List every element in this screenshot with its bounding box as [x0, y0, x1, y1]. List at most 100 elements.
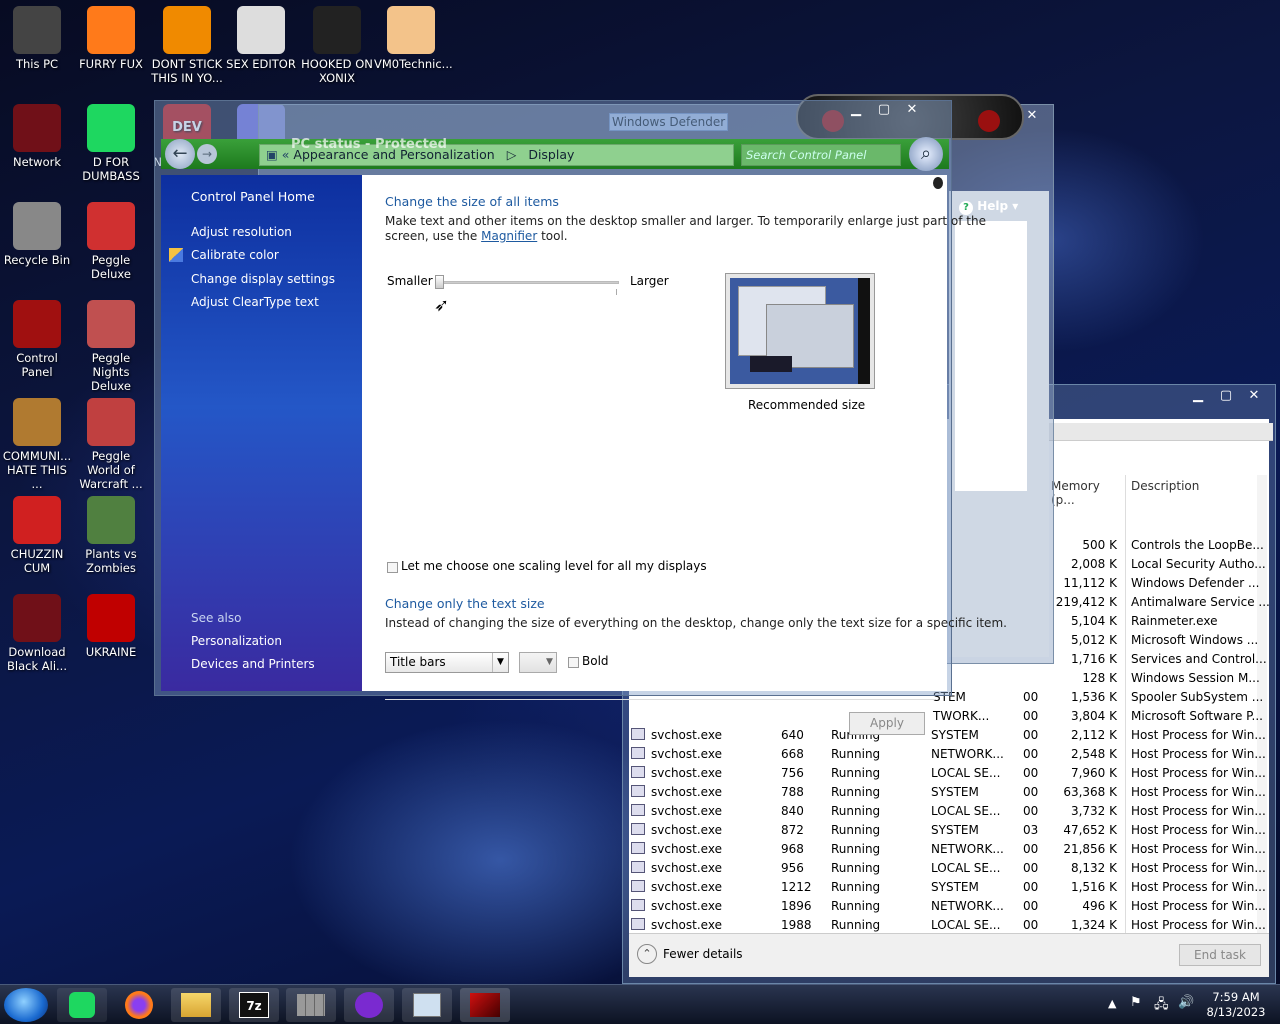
show-hidden-icons-icon[interactable]: ▲ [1108, 997, 1116, 1010]
desktop-icon-xonix[interactable]: HOOKED ON XONIX [300, 6, 374, 85]
scaling-checkbox-label[interactable]: Let me choose one scaling level for all … [401, 559, 707, 573]
minimize-button[interactable]: ▁ [843, 101, 869, 118]
file-explorer-icon[interactable] [171, 988, 221, 1022]
desktop-icon-control-panel[interactable]: Control Panel [0, 300, 74, 379]
control-panel-window: ▁ ▢ ✕ ← → ▣ « Appearance and Personaliza… [154, 100, 1007, 735]
desktop-icon-computer[interactable]: This PC [0, 6, 74, 71]
process-window-icon [631, 842, 645, 854]
desktop-icon-radiation[interactable]: UKRAINE [74, 594, 148, 659]
adjust-resolution-link[interactable]: Adjust resolution [191, 225, 292, 239]
desktop-icon-label: Recycle Bin [3, 253, 71, 267]
preview-screen [730, 278, 870, 384]
network-tray-icon[interactable]: 🖧 [1154, 995, 1169, 1017]
bold-checkbox-label[interactable]: Bold [582, 654, 609, 668]
desktop-icon-label: This PC [15, 57, 59, 71]
desktop-icon-label: Download Black Ali... [7, 645, 67, 673]
cell-user: LOCAL SE... [931, 803, 1001, 818]
close-button[interactable]: ✕ [899, 101, 925, 118]
cell-description: Host Process for Win... [1131, 917, 1266, 932]
cell-user: NETWORK... [931, 746, 1004, 761]
breadcrumb-display[interactable]: Display [528, 147, 574, 162]
desktop-icon-label: Control Panel [16, 351, 58, 379]
firewall-icon[interactable] [286, 988, 336, 1022]
clock[interactable]: 7:59 AM 8/13/2023 [1206, 990, 1266, 1020]
calibrate-color-link[interactable]: Calibrate color [191, 248, 279, 262]
peggle-wow-icon [87, 398, 135, 446]
desktop-icon-money-bag[interactable]: COMMUNI... HATE THIS ... [0, 398, 74, 491]
desktop-icon-pvz[interactable]: Plants vs Zombies [74, 496, 148, 575]
cell-description: Windows Defender ... [1131, 575, 1260, 590]
peggle-icon [87, 202, 135, 250]
fewer-details-link[interactable]: Fewer details [663, 947, 743, 961]
size-slider-track[interactable] [437, 281, 619, 284]
control-panel-icon [13, 300, 61, 348]
forward-arrow-icon[interactable]: → [197, 144, 217, 164]
game-icon[interactable] [344, 988, 394, 1022]
download-icon [13, 594, 61, 642]
7zip-icon[interactable]: 7z [229, 988, 279, 1022]
adjust-cleartype-link[interactable]: Adjust ClearType text [191, 295, 319, 309]
desktop-icon-firefox[interactable]: FURRY FUX [74, 6, 148, 71]
magnifier-link[interactable]: Magnifier [481, 229, 537, 243]
chevron-up-icon[interactable]: ⌃ [637, 944, 657, 964]
desktop-icon-peggle-wow[interactable]: Peggle World of Warcraft ... [74, 398, 148, 491]
item-select[interactable]: Title bars ▼ [385, 652, 509, 673]
scaling-checkbox[interactable] [387, 562, 398, 573]
desktop-icon-network[interactable]: Network [0, 104, 74, 169]
change-display-settings-link[interactable]: Change display settings [191, 272, 335, 286]
task-manager-icon[interactable] [402, 988, 452, 1022]
spotify-icon[interactable] [57, 988, 107, 1022]
size-slider-thumb[interactable] [435, 275, 444, 289]
cell-memory: 8,132 K [1070, 860, 1117, 875]
cell-memory: 500 K [1082, 537, 1117, 552]
desktop-icon-vlc-cone[interactable]: DONT STICK THIS IN YO... [150, 6, 224, 85]
cell-user: SYSTEM [931, 727, 979, 742]
control-panel-home-link[interactable]: Control Panel Home [191, 189, 315, 204]
process-window-icon [631, 899, 645, 911]
firefox-icon[interactable] [114, 988, 164, 1022]
personalization-link[interactable]: Personalization [191, 634, 282, 648]
volume-icon[interactable]: 🔊 [1178, 995, 1194, 1010]
cell-description: Host Process for Win... [1131, 898, 1266, 913]
desktop-icon-download[interactable]: Download Black Ali... [0, 594, 74, 673]
search-icon[interactable]: ⌕ [909, 137, 943, 171]
cell-pid: 968 [781, 841, 804, 856]
cell-description: Host Process for Win... [1131, 746, 1266, 761]
bold-checkbox[interactable] [568, 657, 579, 668]
maximize-button[interactable]: ▢ [871, 101, 897, 118]
apply-button[interactable]: Apply [849, 712, 925, 735]
devices-printers-link[interactable]: Devices and Printers [191, 657, 315, 671]
start-orb-icon[interactable] [4, 988, 48, 1022]
maximize-button[interactable]: ▢ [1213, 387, 1239, 404]
end-task-button[interactable]: End task [1179, 944, 1261, 966]
font-size-select[interactable]: ▼ [519, 652, 557, 673]
task-manager-caption-buttons: ▁ ▢ ✕ [1185, 387, 1267, 404]
money-bag-icon [13, 398, 61, 446]
desktop-icon-peggle[interactable]: Peggle Deluxe [74, 202, 148, 281]
desktop-icon-peggle-nights[interactable]: Peggle Nights Deluxe [74, 300, 148, 393]
red-orb-icon [978, 110, 1000, 132]
cell-memory: 5,012 K [1070, 632, 1117, 647]
cell-user: NETWORK... [931, 841, 1004, 856]
help-icon: ? [959, 201, 973, 215]
col-header-description[interactable]: Description [1131, 479, 1199, 493]
col-header-memory[interactable]: Memory (p... [1051, 479, 1125, 507]
flag-icon[interactable]: ⚑ [1130, 995, 1142, 1010]
cell-memory: 219,412 K [1055, 594, 1117, 609]
search-input[interactable]: Search Control Panel [741, 144, 901, 166]
desktop-icon-spotify[interactable]: D FOR DUMBASS [74, 104, 148, 183]
desktop-icon-hxd[interactable]: SEX EDITOR [224, 6, 298, 71]
desktop-icon-label: Peggle Deluxe [91, 253, 131, 281]
desktop-icon-chuzzle[interactable]: CHUZZIN CUM [0, 496, 74, 575]
minimize-button[interactable]: ▁ [1185, 387, 1211, 404]
desktop-icon-recycle-bin[interactable]: Recycle Bin [0, 202, 74, 267]
cell-description: Local Security Autho... [1131, 556, 1266, 571]
column-divider [1125, 475, 1126, 955]
close-button[interactable]: ✕ [1241, 387, 1267, 404]
back-arrow-icon[interactable]: ← [165, 139, 195, 169]
control-panel-icon[interactable] [460, 988, 510, 1022]
desktop-icon-doctor[interactable]: VM0Technic... [374, 6, 453, 71]
cell-description: Host Process for Win... [1131, 860, 1266, 875]
cell-description: Services and Control... [1131, 651, 1267, 666]
cell-name: svchost.exe [651, 860, 722, 875]
